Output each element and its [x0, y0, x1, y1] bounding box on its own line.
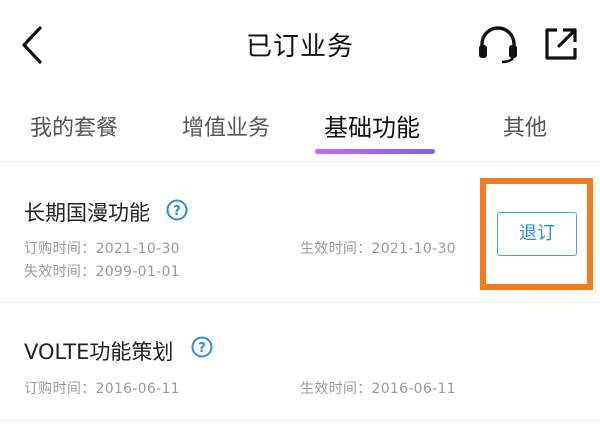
external-link-icon [545, 28, 577, 60]
active-tab-indicator [315, 149, 435, 154]
service-card-roaming: 长期国漫功能 ? 订购时间：2021-10-30 生效时间：2021-10-30… [0, 163, 600, 303]
share-button[interactable] [541, 24, 581, 64]
tab-other[interactable]: 其他 [503, 110, 547, 142]
customer-service-button[interactable] [476, 24, 520, 64]
help-icon[interactable]: ? [166, 199, 188, 221]
tab-my-package[interactable]: 我的套餐 [30, 110, 118, 142]
headset-icon [479, 26, 517, 64]
tab-basic-functions[interactable]: 基础功能 [324, 108, 420, 143]
header-bar: 已订业务 [0, 0, 600, 92]
service-name: 长期国漫功能 [24, 201, 150, 225]
highlight-box [480, 178, 593, 290]
svg-text:?: ? [198, 341, 206, 356]
effective-time: 生效时间：2021-10-30 [300, 241, 456, 257]
service-name: VOLTE功能策划 [24, 340, 174, 364]
order-time: 订购时间：2021-10-30 [24, 241, 180, 257]
tab-value-added[interactable]: 增值业务 [182, 110, 270, 142]
help-icon[interactable]: ? [191, 336, 213, 358]
service-card-volte: VOLTE功能策划 ? 订购时间：2016-06-11 生效时间：2016-06… [0, 303, 600, 421]
effective-time: 生效时间：2016-06-11 [300, 381, 456, 397]
svg-text:?: ? [173, 204, 181, 219]
expire-time: 失效时间：2099-01-01 [24, 264, 180, 280]
category-tabs: 我的套餐 增值业务 基础功能 其他 [0, 96, 600, 162]
order-time: 订购时间：2016-06-11 [24, 381, 180, 397]
